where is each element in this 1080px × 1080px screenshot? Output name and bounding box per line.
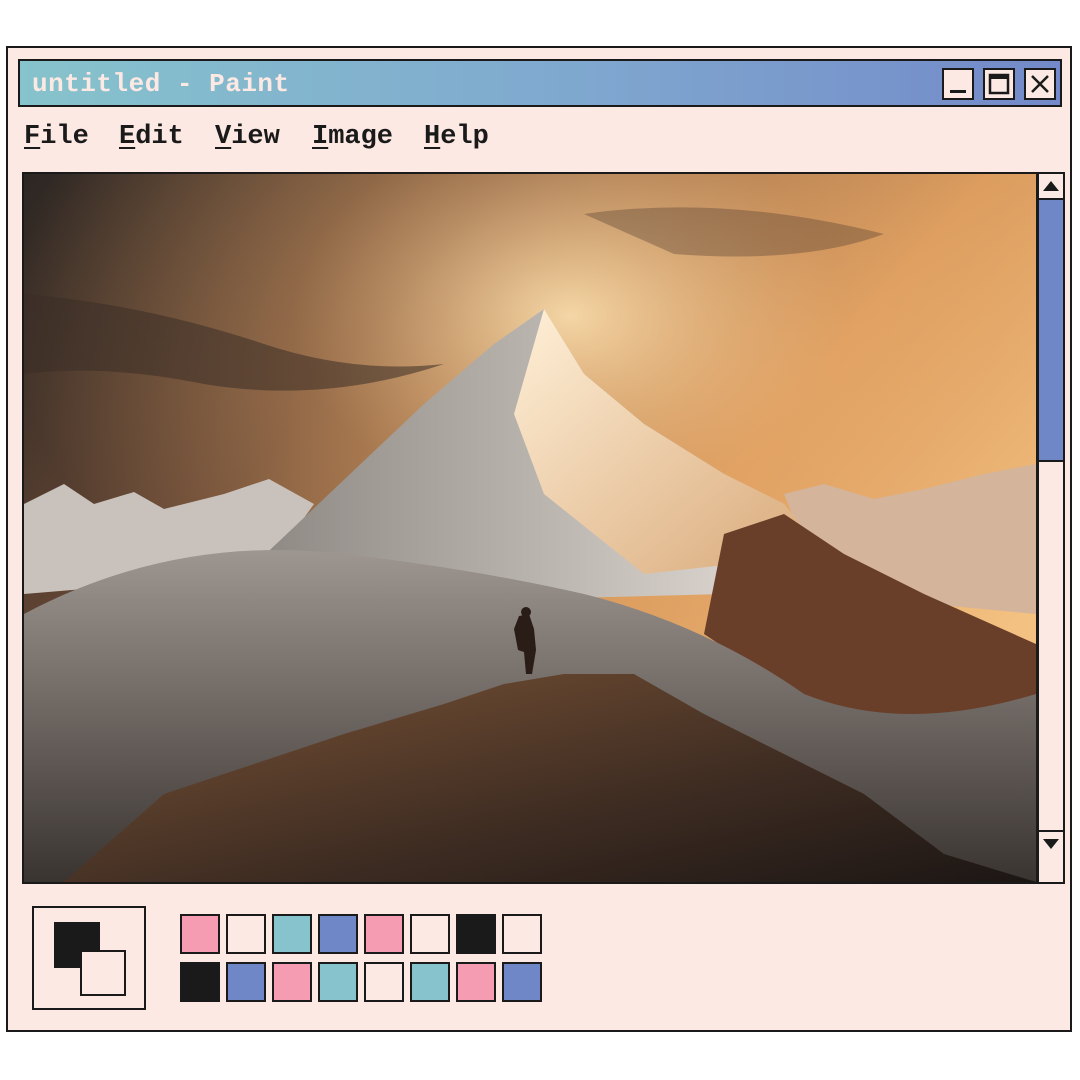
palette-swatch[interactable] [502,962,542,1002]
palette-swatch[interactable] [226,914,266,954]
background-color[interactable] [80,950,126,996]
palette-swatch[interactable] [318,962,358,1002]
palette-swatch[interactable] [364,962,404,1002]
menu-view[interactable]: View [215,122,280,152]
scrollbar-corner [1039,856,1063,882]
palette-swatch[interactable] [272,962,312,1002]
palette-swatch[interactable] [318,914,358,954]
menu-help[interactable]: Help [424,122,489,152]
maximize-icon [988,73,1010,95]
palette-swatch[interactable] [456,962,496,1002]
palette-swatch[interactable] [226,962,266,1002]
drawing-canvas[interactable] [22,172,1038,884]
arrow-up-icon [1043,181,1059,191]
menu-edit[interactable]: Edit [119,122,184,152]
palette-swatch[interactable] [410,914,450,954]
palette-swatch[interactable] [502,914,542,954]
menu-file[interactable]: File [24,122,89,152]
scrollbar-thumb[interactable] [1039,200,1063,462]
canvas-artwork [24,174,1036,882]
scroll-down-button[interactable] [1039,830,1063,856]
minimize-icon [950,90,966,93]
maximize-button[interactable] [983,68,1015,100]
palette-swatch[interactable] [272,914,312,954]
arrow-down-icon [1043,839,1059,849]
paint-window: untitled - Paint File Edit View Image He… [6,46,1072,1032]
palette-swatch[interactable] [180,914,220,954]
current-colors[interactable] [32,906,146,1010]
scroll-up-button[interactable] [1039,174,1063,200]
close-button[interactable] [1024,68,1056,100]
title-bar[interactable]: untitled - Paint [18,59,1062,107]
menu-image[interactable]: Image [312,122,393,152]
palette-swatch[interactable] [410,962,450,1002]
palette-swatch[interactable] [180,962,220,1002]
close-icon [1031,75,1049,93]
window-title: untitled - Paint [32,69,290,99]
palette-swatch[interactable] [456,914,496,954]
vertical-scrollbar[interactable] [1037,172,1065,884]
minimize-button[interactable] [942,68,974,100]
palette-swatch[interactable] [364,914,404,954]
